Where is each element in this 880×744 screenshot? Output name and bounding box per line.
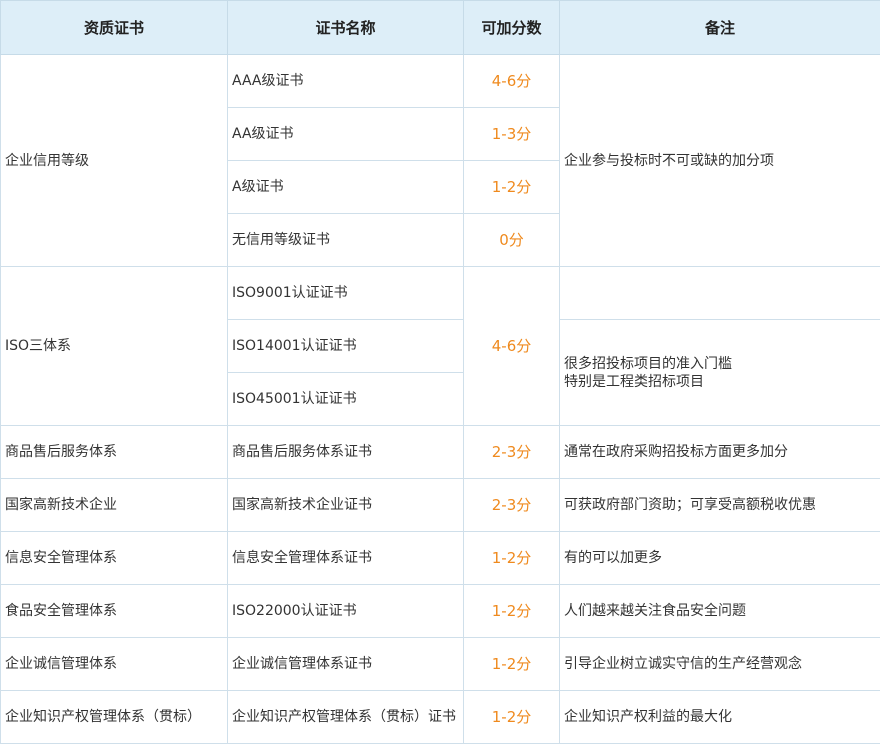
score-cell: 4-6分 — [464, 267, 560, 426]
category-cell: 企业诚信管理体系 — [1, 638, 228, 691]
score-cell: 1-2分 — [464, 161, 560, 214]
score-cell: 1-3分 — [464, 108, 560, 161]
table-row: 企业诚信管理体系 企业诚信管理体系证书 1-2分 引导企业树立诚实守信的生产经营… — [1, 638, 880, 691]
category-cell: 企业知识产权管理体系（贯标） — [1, 691, 228, 744]
note-cell-empty — [560, 267, 880, 320]
table-row: 企业知识产权管理体系（贯标） 企业知识产权管理体系（贯标）证书 1-2分 企业知… — [1, 691, 880, 744]
header-cert-name: 证书名称 — [228, 1, 464, 55]
note-line: 很多招投标项目的准入门槛 — [564, 355, 876, 373]
note-line: 特别是工程类招标项目 — [564, 373, 876, 391]
note-cell: 企业知识产权利益的最大化 — [560, 691, 880, 744]
note-cell: 有的可以加更多 — [560, 532, 880, 585]
cert-name-cell: ISO22000认证证书 — [228, 585, 464, 638]
table-row: ISO三体系 ISO9001认证证书 4-6分 — [1, 267, 880, 320]
cert-name-cell: AA级证书 — [228, 108, 464, 161]
note-cell: 人们越来越关注食品安全问题 — [560, 585, 880, 638]
score-cell: 4-6分 — [464, 55, 560, 108]
cert-name-cell: ISO9001认证证书 — [228, 267, 464, 320]
note-cell: 可获政府部门资助；可享受高额税收优惠 — [560, 479, 880, 532]
cert-name-cell: 无信用等级证书 — [228, 214, 464, 267]
cert-name-cell: AAA级证书 — [228, 55, 464, 108]
score-cell: 1-2分 — [464, 532, 560, 585]
table-header-row: 资质证书 证书名称 可加分数 备注 — [1, 1, 880, 55]
cert-name-cell: 企业诚信管理体系证书 — [228, 638, 464, 691]
score-cell: 1-2分 — [464, 585, 560, 638]
score-cell: 1-2分 — [464, 691, 560, 744]
note-cell: 企业参与投标时不可或缺的加分项 — [560, 55, 880, 267]
cert-name-cell: ISO14001认证证书 — [228, 320, 464, 373]
category-cell: 商品售后服务体系 — [1, 426, 228, 479]
note-cell: 通常在政府采购招投标方面更多加分 — [560, 426, 880, 479]
header-score: 可加分数 — [464, 1, 560, 55]
category-cell: 食品安全管理体系 — [1, 585, 228, 638]
table-row: 商品售后服务体系 商品售后服务体系证书 2-3分 通常在政府采购招投标方面更多加… — [1, 426, 880, 479]
category-cell: 国家高新技术企业 — [1, 479, 228, 532]
note-cell: 很多招投标项目的准入门槛 特别是工程类招标项目 — [560, 320, 880, 426]
table-row: 信息安全管理体系 信息安全管理体系证书 1-2分 有的可以加更多 — [1, 532, 880, 585]
score-cell: 1-2分 — [464, 638, 560, 691]
score-cell: 2-3分 — [464, 426, 560, 479]
table-row: 企业信用等级 AAA级证书 4-6分 企业参与投标时不可或缺的加分项 — [1, 55, 880, 108]
table-row: 国家高新技术企业 国家高新技术企业证书 2-3分 可获政府部门资助；可享受高额税… — [1, 479, 880, 532]
category-cell: 企业信用等级 — [1, 55, 228, 267]
header-note: 备注 — [560, 1, 880, 55]
score-cell: 0分 — [464, 214, 560, 267]
cert-name-cell: 商品售后服务体系证书 — [228, 426, 464, 479]
category-cell: 信息安全管理体系 — [1, 532, 228, 585]
cert-name-cell: 信息安全管理体系证书 — [228, 532, 464, 585]
category-cell: ISO三体系 — [1, 267, 228, 426]
cert-name-cell: 国家高新技术企业证书 — [228, 479, 464, 532]
qualification-table: 资质证书 证书名称 可加分数 备注 企业信用等级 AAA级证书 4-6分 企业参… — [0, 0, 880, 744]
table-row: 食品安全管理体系 ISO22000认证证书 1-2分 人们越来越关注食品安全问题 — [1, 585, 880, 638]
header-category: 资质证书 — [1, 1, 228, 55]
score-cell: 2-3分 — [464, 479, 560, 532]
cert-name-cell: 企业知识产权管理体系（贯标）证书 — [228, 691, 464, 744]
cert-name-cell: ISO45001认证证书 — [228, 373, 464, 426]
note-cell: 引导企业树立诚实守信的生产经营观念 — [560, 638, 880, 691]
cert-name-cell: A级证书 — [228, 161, 464, 214]
